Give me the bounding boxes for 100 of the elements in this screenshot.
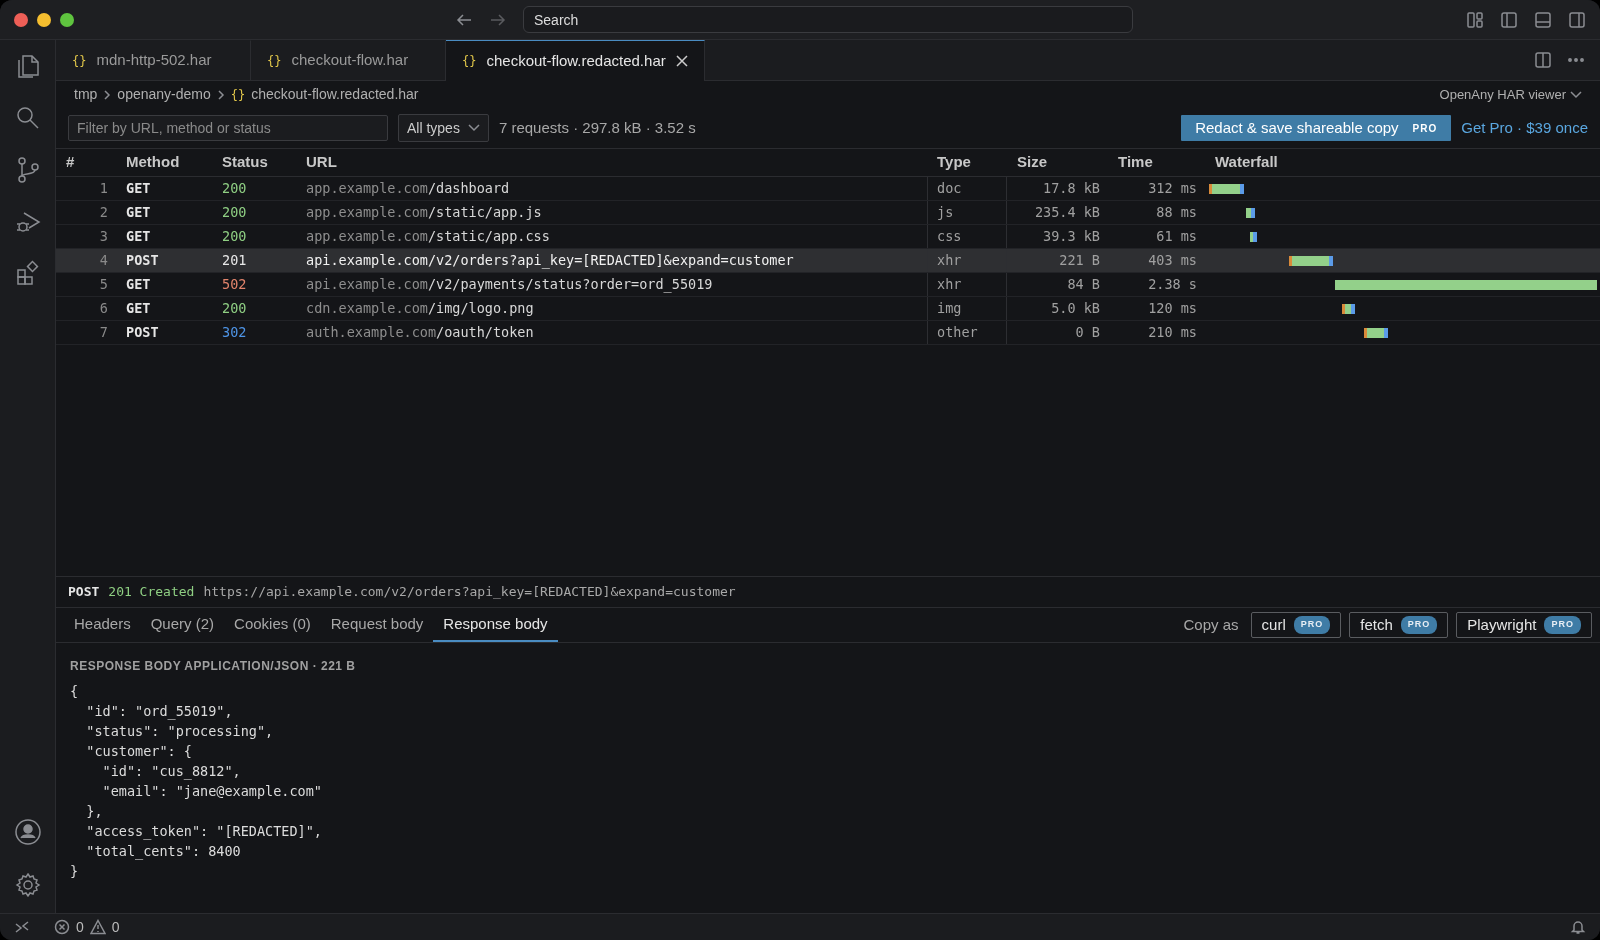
detail-tab[interactable]: Headers xyxy=(64,608,141,642)
code-line: "total_cents": 8400 xyxy=(85,842,242,861)
method-cell-text: GET xyxy=(125,275,152,295)
warning-count[interactable]: 0 xyxy=(111,916,120,938)
column-header[interactable]: # xyxy=(56,151,118,174)
column-header[interactable]: Status xyxy=(214,151,298,174)
back-arrow-icon[interactable] xyxy=(455,11,473,28)
panel-bottom-icon[interactable] xyxy=(1534,10,1552,29)
column-header[interactable]: Method xyxy=(118,151,214,174)
settings-icon[interactable] xyxy=(13,871,42,899)
window-close-button[interactable] xyxy=(14,12,28,27)
window-zoom-button[interactable] xyxy=(60,12,74,27)
forward-arrow-icon[interactable] xyxy=(489,11,507,28)
file-type-icon: {} xyxy=(462,52,477,70)
copy-button[interactable]: fetch PRO xyxy=(1349,612,1449,638)
table-row[interactable]: 1 GET 200 app.example.com/dashboard doc 17.8 kB 312 ms xyxy=(56,177,1600,201)
detail-tab[interactable]: Query (2) xyxy=(140,608,225,642)
size-cell-text: 5.0 kB xyxy=(1050,299,1101,319)
size-cell-text: 0 B xyxy=(1074,323,1101,343)
table-row[interactable]: 5 GET 502 api.example.com/v2/payments/status?order=ord_55019 xhr 84 B 2.38 s xyxy=(56,273,1600,297)
table-row[interactable]: 4 POST 201 api.example.com/v2/orders?api_key=[REDACTED]&expand=customer xhr 221 B 403 ms xyxy=(56,249,1600,273)
viewer-selector[interactable]: OpenAny HAR viewer xyxy=(1439,84,1566,105)
remote-icon[interactable] xyxy=(14,919,30,935)
size-cell-text: 84 B xyxy=(1066,275,1101,295)
pro-label: PRO xyxy=(1412,121,1438,136)
method-cell-text: GET xyxy=(125,179,152,199)
type-cell-text: img xyxy=(937,299,962,319)
table-row[interactable]: 7 POST 302 auth.example.com/oauth/token other 0 B 210 ms xyxy=(56,321,1600,345)
more-actions-icon[interactable] xyxy=(1568,58,1584,62)
breadcrumb-item[interactable]: openany-demo xyxy=(117,84,211,105)
type-cell-text: js xyxy=(937,203,954,223)
detail-tab[interactable]: Response body xyxy=(433,608,558,642)
chevron-down-icon[interactable] xyxy=(1570,90,1582,99)
type-cell-text: xhr xyxy=(937,251,962,271)
account-icon[interactable] xyxy=(12,817,43,847)
sidebar-left-icon[interactable] xyxy=(1500,10,1518,29)
waterfall-bar xyxy=(1342,303,1355,314)
response-status: 201 Created xyxy=(108,583,195,602)
time-cell-text: 210 ms xyxy=(1147,323,1198,343)
column-header[interactable]: Size xyxy=(1007,151,1110,174)
column-header[interactable]: Type xyxy=(927,151,1007,174)
filter-field[interactable]: Filter by URL, method or status xyxy=(68,115,388,141)
type-cell-text: doc xyxy=(937,179,962,199)
detail-tab[interactable]: Request body xyxy=(320,608,434,642)
search-field[interactable]: Search xyxy=(523,6,1133,33)
row-number: 4 xyxy=(98,251,109,271)
size-cell-text: 39.3 kB xyxy=(1042,227,1101,247)
close-icon[interactable] xyxy=(675,55,688,67)
layout-icon[interactable] xyxy=(1466,10,1484,29)
split-editor-icon[interactable] xyxy=(1534,51,1552,69)
time-cell-text: 403 ms xyxy=(1147,251,1198,271)
pro-badge: PRO xyxy=(1400,616,1438,634)
waterfall-bar xyxy=(1289,255,1333,266)
redact-button[interactable]: Redact & save shareable copy PRO xyxy=(1181,115,1452,141)
status-cell-text: 302 xyxy=(221,323,248,343)
breadcrumb-item[interactable]: checkout-flow.redacted.har xyxy=(251,84,419,105)
method-cell-text: GET xyxy=(125,203,152,223)
error-count[interactable]: 0 xyxy=(76,916,84,938)
time-cell-text: 120 ms xyxy=(1147,299,1198,319)
method-cell-text: GET xyxy=(125,299,152,319)
chevron-right-icon xyxy=(216,88,225,101)
chevron-down-icon xyxy=(467,124,480,132)
sidebar-right-icon[interactable] xyxy=(1568,10,1586,29)
type-cell-text: xhr xyxy=(937,275,962,295)
warning-icon[interactable] xyxy=(89,919,106,935)
detail-tab[interactable]: Cookies (0) xyxy=(224,608,321,642)
size-cell-text: 221 B xyxy=(1058,251,1101,271)
type-select[interactable]: All types xyxy=(398,114,489,142)
status-cell-text: 200 xyxy=(221,203,248,223)
pro-badge: PRO xyxy=(1544,616,1581,634)
column-header[interactable]: URL xyxy=(298,151,927,174)
bell-icon[interactable] xyxy=(1570,919,1586,935)
copy-button[interactable]: Playwright PRO xyxy=(1456,612,1592,638)
request-summary: 7 requests · 297.8 kB · 3.52 s xyxy=(498,117,696,138)
editor-tab[interactable]: {} checkout-flow.redacted.har xyxy=(446,40,705,81)
file-type-icon: {} xyxy=(72,51,87,70)
method-cell-text: POST xyxy=(125,251,160,271)
url-cell-text: auth.example.com/oauth/token xyxy=(305,323,535,343)
method-cell-text: GET xyxy=(125,227,152,247)
status-cell-text: 502 xyxy=(221,275,248,295)
url-cell-text: app.example.com/dashboard xyxy=(305,179,511,199)
error-icon[interactable] xyxy=(54,919,70,935)
table-row[interactable]: 6 GET 200 cdn.example.com/img/logo.png img 5.0 kB 120 ms xyxy=(56,297,1600,321)
row-number: 7 xyxy=(98,323,109,343)
status-cell-text: 200 xyxy=(221,179,248,199)
status-cell-text: 200 xyxy=(221,227,248,247)
waterfall-bar xyxy=(1246,207,1255,218)
response-heading: RESPONSE BODY APPLICATION/JSON · 221 B xyxy=(70,658,357,675)
get-pro-link[interactable]: Get Pro · $39 once xyxy=(1461,116,1588,140)
row-number: 3 xyxy=(98,227,109,247)
time-cell-text: 61 ms xyxy=(1155,227,1198,247)
copy-button[interactable]: curl PRO xyxy=(1250,612,1342,638)
table-row[interactable]: 2 GET 200 app.example.com/static/app.js js 235.4 kB 88 ms xyxy=(56,201,1600,225)
url-cell-text: api.example.com/v2/orders?api_key=[REDACTED]&expand=customer xyxy=(305,251,795,271)
window-minimize-button[interactable] xyxy=(37,12,51,27)
time-cell-text: 312 ms xyxy=(1147,179,1198,199)
row-number: 2 xyxy=(98,203,109,223)
column-header[interactable]: Waterfall xyxy=(1207,151,1600,174)
column-header[interactable]: Time xyxy=(1110,151,1207,174)
breadcrumb-item[interactable]: tmp xyxy=(74,84,98,105)
